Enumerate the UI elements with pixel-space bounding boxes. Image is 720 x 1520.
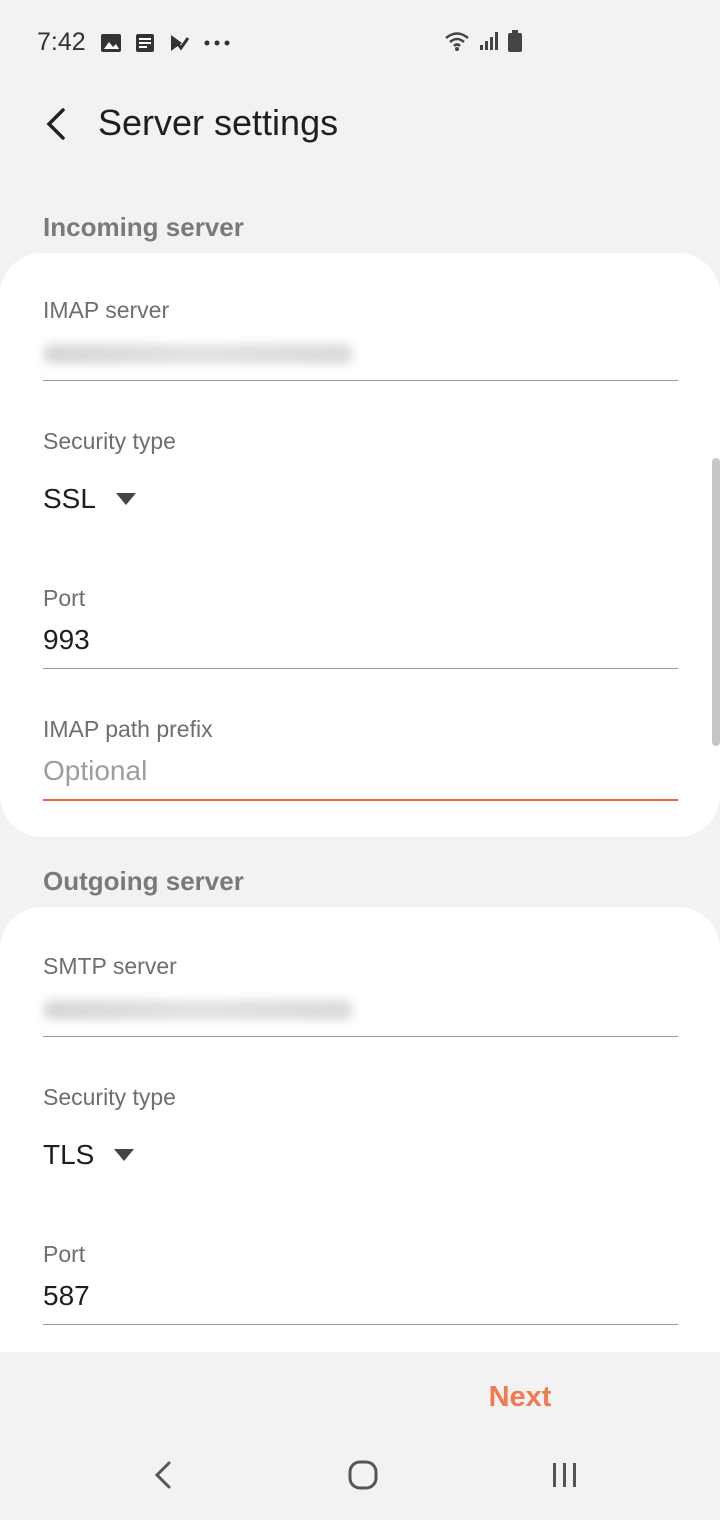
navigation-bar [0,1430,720,1520]
incoming-port-field[interactable]: Port 993 [43,585,678,669]
incoming-security-label: Security type [43,428,176,454]
imap-path-prefix-label: IMAP path prefix [43,716,213,742]
incoming-port-label: Port [43,585,86,611]
outgoing-security-label: Security type [43,1084,176,1110]
incoming-port-input[interactable]: 993 [43,624,678,660]
incoming-port-underline [43,668,678,669]
app-bar: Server settings [0,80,720,170]
outgoing-security-field: Security type TLS [43,1084,678,1171]
wifi-icon [445,32,469,51]
outgoing-port-input[interactable]: 587 [43,1280,678,1316]
imap-path-prefix-field[interactable]: IMAP path prefix Optional [43,716,678,801]
imap-server-input[interactable] [43,336,678,372]
outgoing-port-underline [43,1324,678,1325]
incoming-server-card: IMAP server Security type SSL Port 993 I… [0,253,720,837]
incoming-security-value: SSL [43,483,96,514]
nav-recents-icon [553,1463,576,1487]
incoming-server-header: Incoming server [43,212,244,242]
status-system-icons [444,30,522,52]
dropdown-arrow-icon [115,493,136,505]
nav-back-icon [154,1461,171,1489]
nav-home-icon [348,1460,378,1490]
outgoing-security-dropdown[interactable]: TLS [43,1139,678,1171]
back-button[interactable] [30,98,82,150]
scrollbar[interactable] [712,458,720,746]
outgoing-server-card: SMTP server Security type TLS Port 587 [0,907,720,1352]
signal-icon [480,32,498,50]
notes-icon [136,34,154,52]
imap-server-value-redacted [43,344,353,364]
image-icon [101,34,121,52]
imap-server-label: IMAP server [43,297,170,323]
status-bar: 7:42 [0,0,720,90]
nav-back-button[interactable] [133,1450,193,1500]
outgoing-security-value: TLS [43,1139,95,1170]
next-button[interactable]: Next [470,1372,570,1422]
nav-recents-button[interactable] [535,1450,595,1500]
smtp-server-input[interactable] [43,992,678,1028]
nav-home-button[interactable] [333,1450,393,1500]
outgoing-port-field[interactable]: Port 587 [43,1241,678,1325]
incoming-security-field: Security type SSL [43,428,678,515]
imap-server-underline [43,380,678,381]
page-title: Server settings [98,102,339,143]
battery-icon [508,30,522,52]
outgoing-server-header: Outgoing server [43,866,244,896]
more-dots-icon [204,40,230,46]
imap-path-prefix-input[interactable]: Optional [43,755,678,791]
outgoing-port-label: Port [43,1241,86,1267]
smtp-server-underline [43,1036,678,1037]
incoming-security-dropdown[interactable]: SSL [43,483,678,515]
tasks-icon [171,35,190,51]
imap-server-field[interactable]: IMAP server [43,297,678,381]
smtp-server-field[interactable]: SMTP server [43,953,678,1037]
back-arrow-icon [46,108,65,140]
status-time: 7:42 [37,28,86,56]
smtp-server-value-redacted [43,1000,353,1020]
dropdown-arrow-icon [114,1149,135,1161]
imap-path-prefix-underline [43,799,678,801]
smtp-server-label: SMTP server [43,953,177,979]
status-notification-icons [100,32,232,54]
